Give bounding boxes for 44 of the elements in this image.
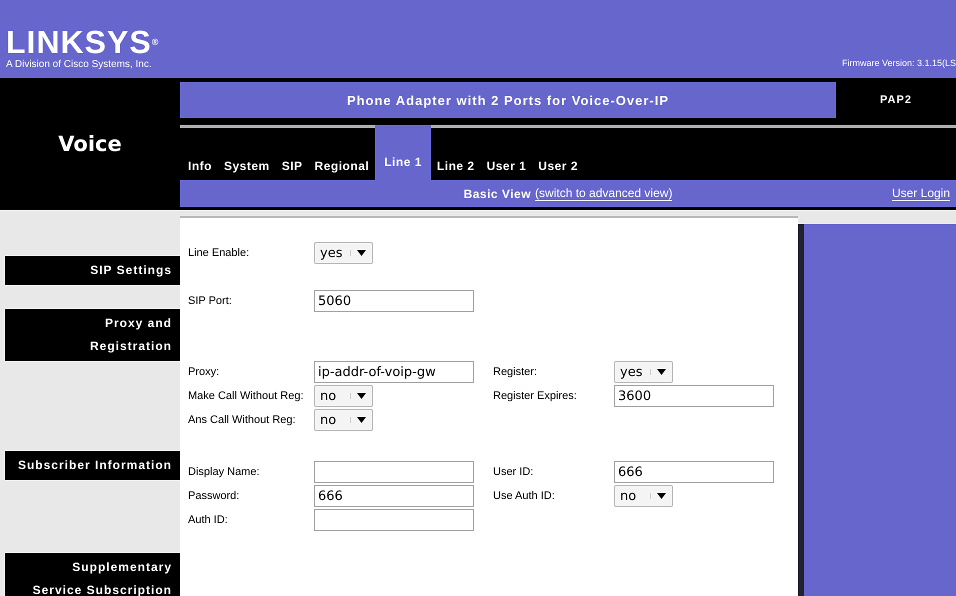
view-label: Basic View [464,186,532,200]
tab[interactable]: Line 2 [430,156,481,180]
field-label: Ans Call Without Reg: [188,413,297,428]
input-field[interactable] [314,509,474,531]
tab[interactable]: Line 1 [375,125,431,180]
field-label: Password: [188,489,240,504]
field-label: Auth ID: [188,513,229,528]
tab[interactable]: User 2 [532,156,584,180]
section-heading: Subscriber Information [5,451,180,480]
tab[interactable]: User 1 [480,156,532,180]
input-field[interactable]: 5060 [314,290,474,312]
tagline: A Division of Cisco Systems, Inc. [6,59,153,70]
user-login-link[interactable]: User Login [892,186,950,201]
logo: LINKSYS$^{®}$ [6,25,160,59]
input-field[interactable]: 666 [314,485,474,507]
section-title: Voice [58,132,122,158]
dropdown[interactable]: yes [614,361,673,383]
field-label: Line Enable: [188,246,250,261]
section-heading: Proxy and Registration [5,309,180,361]
field-label: Use Auth ID: [493,489,556,504]
input-field[interactable] [314,461,474,483]
tab[interactable]: Regional [308,156,376,180]
field-label: Display Name: [188,465,261,480]
input-field[interactable]: 666 [614,461,774,483]
dropdown[interactable]: no [314,409,373,431]
input-field[interactable]: 3600 [614,385,774,407]
advanced-view-link[interactable]: (switch to advanced view) [535,186,672,201]
model-name: PAP2 [879,93,913,108]
tab[interactable]: System [218,156,276,180]
tab[interactable]: Info [182,156,218,180]
field-label: Register Expires: [493,389,578,404]
firmware-version: Firmware Version: 3.1.15(LS [842,58,956,68]
dropdown[interactable]: no [614,485,673,507]
field-label: SIP Port: [188,294,233,309]
field-label: User ID: [493,465,534,480]
tab[interactable]: SIP [276,156,309,180]
field-label: Make Call Without Reg: [188,389,305,404]
field-label: Register: [493,365,538,380]
field-label: Proxy: [188,365,220,380]
input-field[interactable]: ip-addr-of-voip-gw [314,361,474,383]
dropdown[interactable]: no [314,385,373,407]
product-title: Phone Adapter with 2 Ports for Voice-Over-IP [180,82,836,118]
dropdown[interactable]: yes [314,242,373,264]
section-heading: SIP Settings [5,256,180,285]
